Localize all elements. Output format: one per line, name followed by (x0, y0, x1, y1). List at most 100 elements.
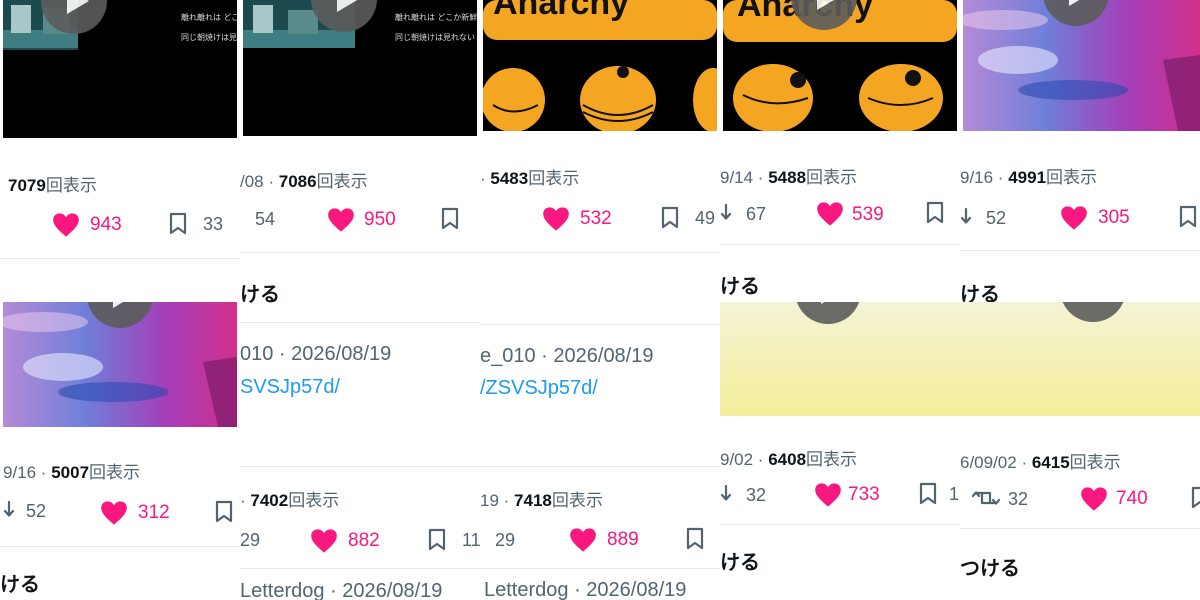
video-thumbnail[interactable]: 離れ離れは どこか新鮮で 同じ朝焼けは見れない (243, 0, 477, 136)
divider (240, 322, 480, 323)
divider (240, 568, 480, 569)
divider (720, 524, 960, 525)
view-count-2: 6/09/02 · 6415回表示 (960, 453, 1121, 472)
retweet-icon[interactable] (720, 203, 740, 223)
divider (960, 528, 1200, 529)
divider (720, 244, 960, 245)
like-count: 312 (138, 502, 170, 523)
heart-icon[interactable] (310, 528, 338, 554)
section-heading: ける (240, 284, 280, 306)
retweet-icon[interactable] (720, 484, 740, 504)
like-count: 943 (90, 214, 122, 235)
retweet-icon[interactable] (960, 207, 980, 227)
heart-icon[interactable] (816, 201, 844, 227)
view-count: 9/16 · 4991回表示 (960, 168, 1098, 187)
like-count: 733 (848, 484, 880, 505)
divider (960, 250, 1200, 251)
bookmark-icon[interactable] (1178, 205, 1198, 229)
bookmark-icon[interactable] (918, 482, 938, 506)
post-meta: Letterdog · 2026/08/19 (240, 580, 443, 600)
divider (0, 546, 240, 547)
heart-icon[interactable] (100, 500, 128, 526)
like-count: 532 (580, 208, 612, 229)
banner-text: Anarchy (493, 0, 629, 22)
bookmark-icon[interactable] (925, 201, 945, 225)
section-heading: ける (720, 552, 760, 574)
video-thumbnail-2[interactable] (960, 302, 1200, 416)
heart-icon[interactable] (814, 482, 842, 508)
post-link[interactable]: SVSJp57d/ (240, 376, 340, 399)
divider (480, 252, 720, 253)
heart-icon[interactable] (52, 212, 80, 238)
divider (240, 252, 480, 253)
thumb-caption-1: 離れ離れは どこか新鮮で (181, 13, 237, 22)
heart-icon[interactable] (542, 206, 570, 232)
retweet-count: 67 (746, 204, 767, 224)
post-link[interactable]: /ZSVSJp57d/ (480, 377, 598, 400)
view-count-2: · 7402回表示 (240, 491, 340, 510)
view-count: 7079回表示 (8, 176, 97, 195)
like-count: 889 (607, 529, 639, 550)
divider (0, 258, 240, 259)
bookmark-icon[interactable] (660, 206, 680, 230)
like-count: 740 (1116, 488, 1148, 509)
divider (240, 466, 480, 467)
video-thumbnail[interactable]: Anarchy (723, 0, 957, 131)
retweet-count: 32 (746, 485, 767, 505)
section-heading: ける (720, 276, 760, 298)
post-meta: 010 · 2026/08/19 (240, 343, 392, 365)
tweet-column-5: 9/16 · 4991回表示 52 305 ける 6/09/02 · 6415回… (960, 0, 1200, 600)
bookmark-count: 49 (695, 208, 716, 228)
bookmark-count: 11 (462, 530, 480, 550)
bookmark-icon[interactable] (214, 500, 234, 524)
view-count: 9/14 · 5488回表示 (720, 168, 858, 187)
retweet-count: 29 (240, 530, 261, 550)
heart-icon[interactable] (1060, 205, 1088, 231)
bookmark-icon[interactable] (440, 207, 460, 231)
retweet-count: 52 (26, 501, 47, 521)
video-thumbnail[interactable]: 離れ離れは どこか新鮮で 同じ朝焼けは見れない (3, 0, 237, 138)
bookmark-count: 1 (949, 484, 960, 504)
tweet-column-1: 離れ離れは どこか新鮮で 同じ朝焼けは見れない 7079回表示 943 33 9… (0, 0, 240, 600)
section-heading: つける (960, 558, 1020, 580)
bookmark-icon[interactable] (1190, 486, 1200, 510)
heart-icon[interactable] (569, 527, 597, 553)
divider (480, 466, 720, 467)
retweet-count: 54 (255, 209, 276, 229)
tweet-column-4: Anarchy 9/14 · 5488回表示 67 539 ける 9/02 · … (720, 0, 960, 600)
thumb-caption-1: 離れ離れは どこか新鮮で (395, 13, 477, 22)
video-thumbnail[interactable]: Anarchy (483, 0, 717, 131)
video-thumbnail-2[interactable] (720, 302, 960, 416)
heart-icon[interactable] (1080, 486, 1108, 512)
retweet-icon[interactable] (972, 487, 1000, 509)
like-count: 950 (364, 209, 396, 230)
like-count: 539 (852, 204, 884, 225)
like-count: 882 (348, 530, 380, 551)
retweet-count: 29 (495, 530, 516, 550)
post-meta: Letterdog · 2026/08/19 (484, 579, 687, 600)
tweet-column-3: Anarchy · 5483回表示 532 49 e_010 · 2026/08… (480, 0, 720, 600)
view-count-2: 19 · 7418回表示 (480, 491, 603, 510)
divider (480, 324, 720, 325)
view-count-2: 9/02 · 6408回表示 (720, 450, 858, 469)
view-count: · 5483回表示 (480, 169, 580, 188)
retweet-icon[interactable] (3, 500, 23, 520)
bookmark-icon[interactable] (427, 528, 447, 552)
thumb-caption-2: 同じ朝焼けは見れない (181, 33, 237, 42)
post-meta: e_010 · 2026/08/19 (480, 345, 654, 367)
heart-icon[interactable] (327, 207, 355, 233)
section-heading: ける (0, 574, 40, 596)
bookmark-count: 33 (203, 214, 224, 234)
like-count: 305 (1098, 207, 1130, 228)
video-thumbnail[interactable] (963, 0, 1200, 131)
bookmark-icon[interactable] (168, 212, 188, 236)
video-thumbnail-2[interactable] (3, 302, 237, 427)
thumb-caption-2: 同じ朝焼けは見れない (395, 33, 475, 42)
retweet-count: 52 (986, 208, 1007, 228)
divider (480, 568, 720, 569)
view-count-2: 9/16 · 5007回表示 (3, 463, 141, 482)
bookmark-icon[interactable] (685, 527, 705, 551)
retweet-count: 32 (1008, 489, 1029, 509)
view-count: /08 · 7086回表示 (240, 172, 368, 191)
banana-cartoon-image: Anarchy (483, 0, 717, 131)
